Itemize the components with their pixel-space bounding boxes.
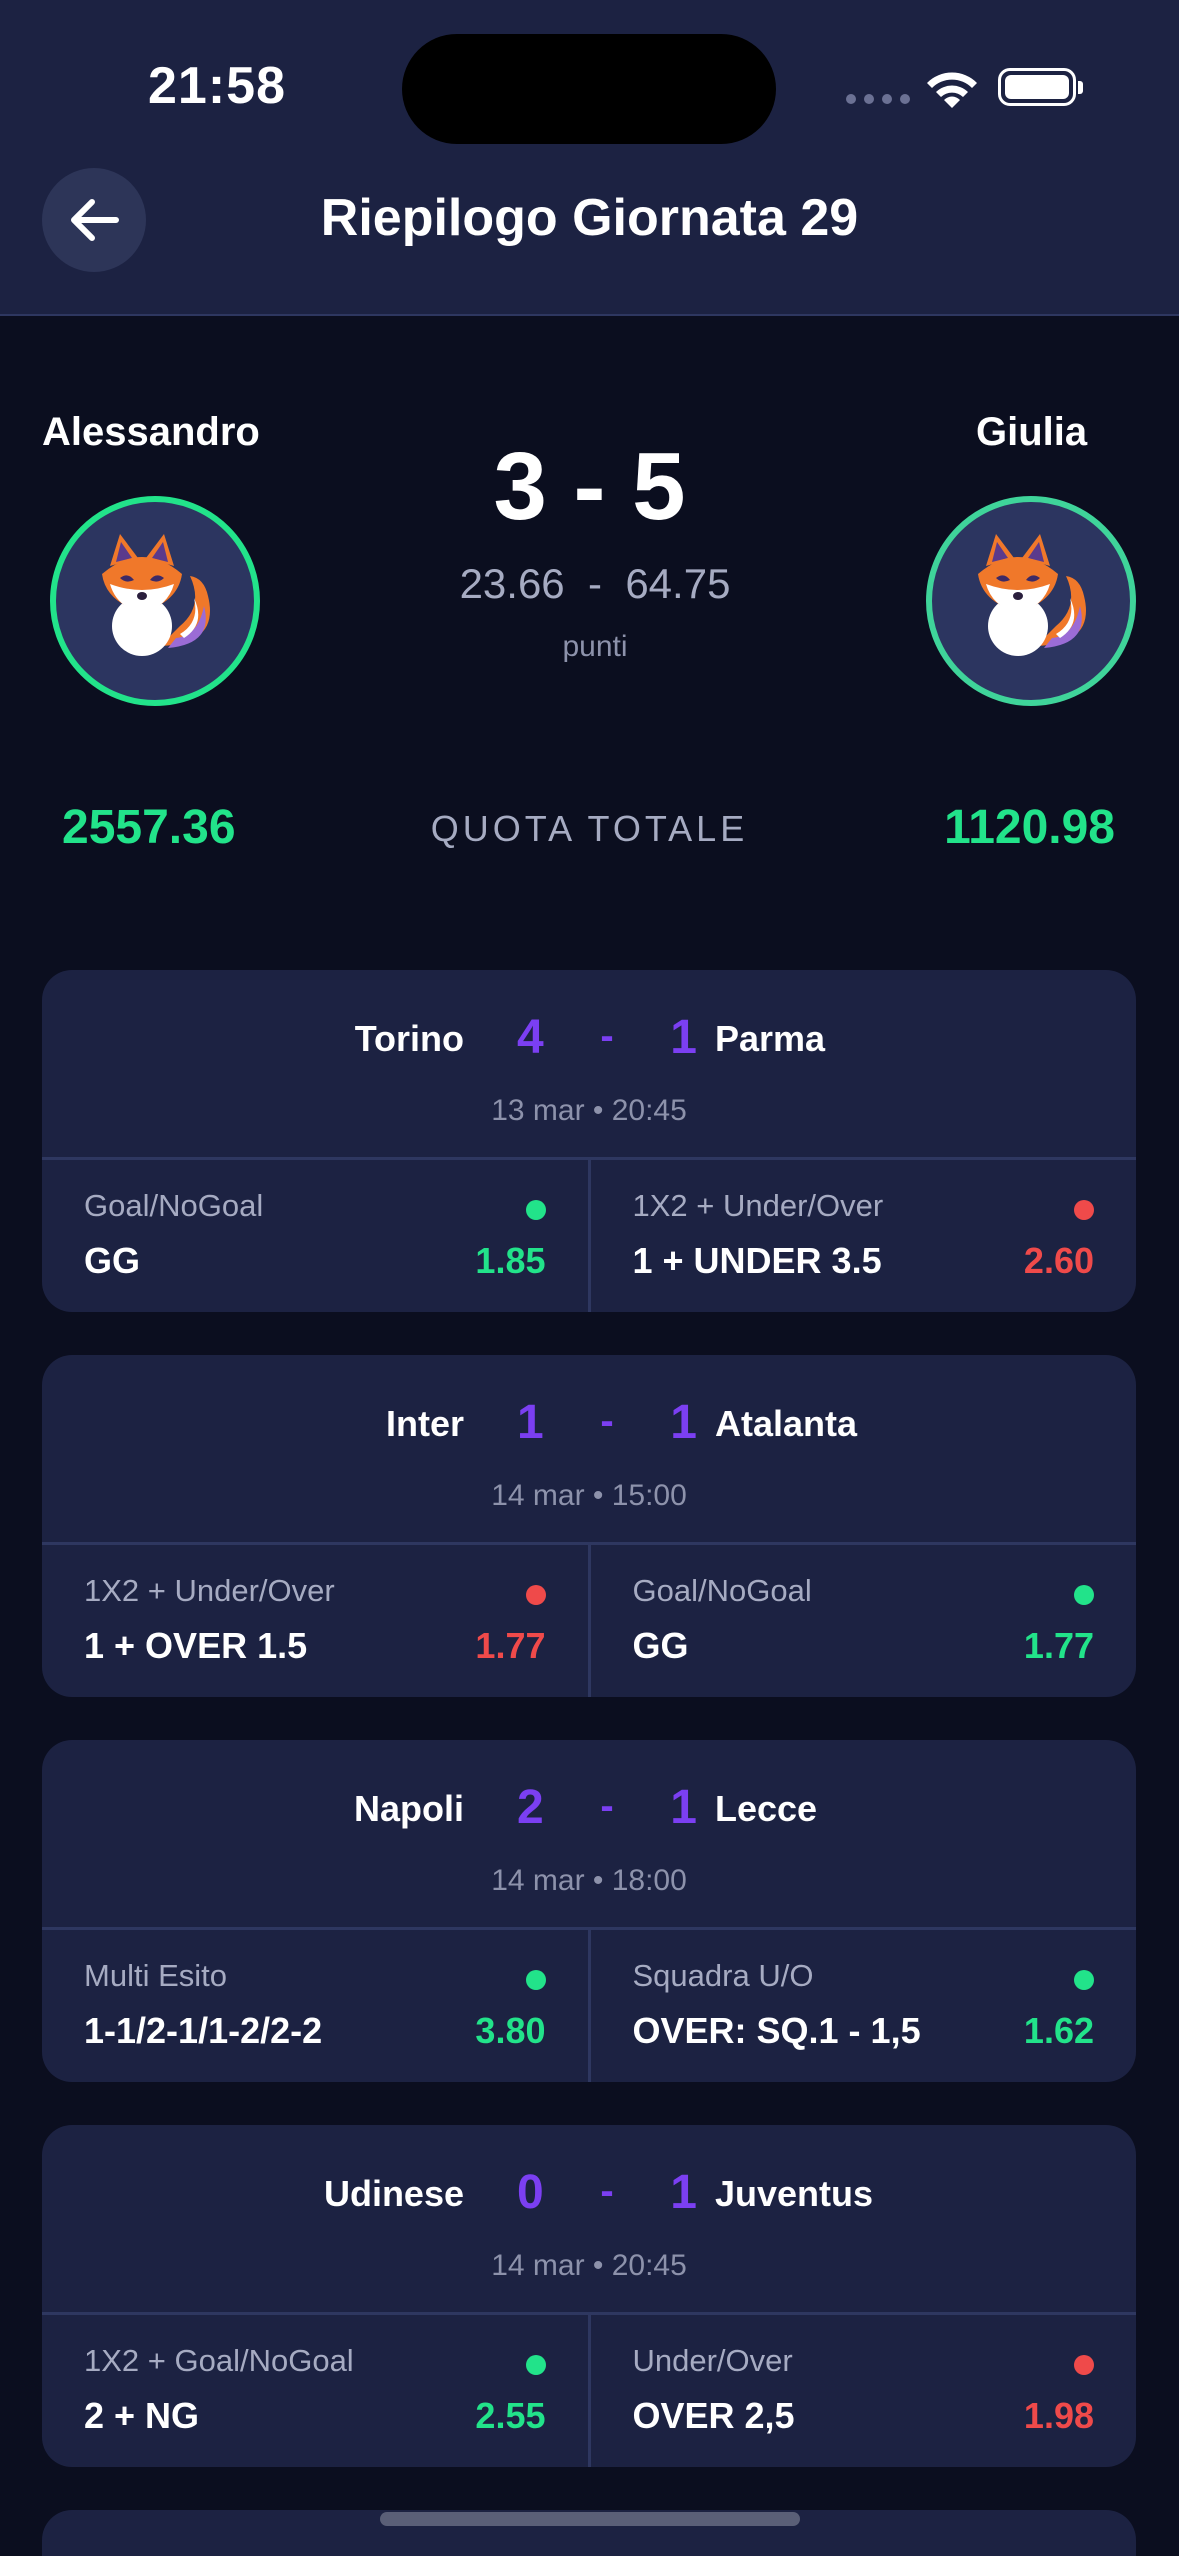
status-time: 21:58	[148, 57, 286, 115]
bet-odds: 2.55	[475, 2395, 546, 2436]
score-separator: -	[600, 1784, 614, 1828]
bet-cell[interactable]: Goal/NoGoal GG 1.85	[42, 1160, 588, 1312]
match-card[interactable]: Torino 4 - 1 Parma 13 mar • 20:45 Goal/N…	[42, 970, 1136, 1312]
bet-cell[interactable]: 1X2 + Goal/NoGoal 2 + NG 2.55	[42, 2315, 588, 2467]
home-goals: 1	[517, 1396, 544, 1449]
battery-icon	[998, 68, 1083, 106]
win-dot-icon	[1074, 1970, 1094, 1990]
bet-cell[interactable]: 1X2 + Under/Over 1 + UNDER 3.5 2.60	[587, 1160, 1137, 1312]
score-separator: -	[600, 2169, 614, 2213]
bet-type: Goal/NoGoal	[632, 1573, 812, 1608]
bet-pick: GG	[632, 1625, 689, 1666]
win-dot-icon	[1074, 1585, 1094, 1605]
away-goals: 1	[670, 1781, 697, 1834]
home-indicator[interactable]	[380, 2512, 800, 2526]
bet-odds: 1.85	[475, 1240, 546, 1281]
dynamic-island	[402, 34, 776, 144]
bet-type: 1X2 + Under/Over	[84, 1573, 335, 1608]
home-goals: 4	[517, 1011, 544, 1064]
points-label: punti	[562, 630, 628, 663]
match-header: Inter 1 - 1 Atalanta 14 mar • 15:00	[42, 1355, 1136, 1545]
home-goals: 2	[517, 1781, 544, 1834]
bet-cell[interactable]: Multi Esito 1-1/2-1/1-2/2-2 3.80	[42, 1930, 588, 2082]
bet-pick: GG	[84, 1240, 141, 1281]
cellular-signal-icon	[846, 94, 910, 104]
match-score: 1 - 1	[517, 1395, 697, 1450]
bet-cell[interactable]: Squadra U/O OVER: SQ.1 - 1,5 1.62	[587, 1930, 1137, 2082]
away-team: Atalanta	[715, 1403, 858, 1444]
wifi-icon	[927, 72, 977, 108]
bet-type: 1X2 + Goal/NoGoal	[84, 2343, 354, 2378]
win-dot-icon	[525, 1200, 546, 1220]
match-date: 13 mar • 20:45	[491, 1094, 687, 1127]
bets-row: Multi Esito 1-1/2-1/1-2/2-2 3.80 Squadra…	[42, 1930, 1136, 2082]
match-card[interactable]: Inter 1 - 1 Atalanta 14 mar • 15:00 1X2 …	[42, 1355, 1136, 1697]
bet-pick: 1 + OVER 1.5	[84, 1625, 308, 1666]
page-title: Riepilogo Giornata 29	[320, 189, 859, 247]
points-value: 23.66 - 64.75	[459, 560, 731, 607]
loss-dot-icon	[1074, 2355, 1094, 2375]
quota-right-value: 1120.98	[944, 801, 1115, 854]
bet-type: Squadra U/O	[632, 1958, 814, 1993]
bets-row: 1X2 + Goal/NoGoal 2 + NG 2.55 Under/Over…	[42, 2315, 1136, 2467]
bet-cell[interactable]: Goal/NoGoal GG 1.77	[587, 1545, 1137, 1697]
bet-pick: OVER 2,5	[632, 2395, 795, 2436]
header-bar: 21:58 Riepilogo Giornata 29	[0, 0, 1179, 316]
match-date: 14 mar • 15:00	[491, 1479, 687, 1512]
bet-type: Goal/NoGoal	[84, 1188, 264, 1223]
bet-cell[interactable]: 1X2 + Under/Over 1 + OVER 1.5 1.77	[42, 1545, 588, 1697]
away-team: Juventus	[715, 2173, 874, 2214]
win-dot-icon	[525, 1970, 546, 1990]
score-separator: -	[600, 1399, 614, 1443]
bet-pick: 2 + NG	[84, 2395, 200, 2436]
away-team: Lecce	[715, 1788, 818, 1829]
away-team: Parma	[715, 1018, 826, 1059]
bet-pick: OVER: SQ.1 - 1,5	[632, 2010, 921, 2051]
loss-dot-icon	[1074, 1200, 1094, 1220]
bets-row: Goal/NoGoal GG 1.85 1X2 + Under/Over 1 +…	[42, 1160, 1136, 1312]
match-header: Udinese 0 - 1 Juventus 14 mar • 20:45	[42, 2125, 1136, 2315]
match-card[interactable]: Udinese 0 - 1 Juventus 14 mar • 20:45 1X…	[42, 2125, 1136, 2467]
bet-odds: 2.60	[1023, 1240, 1094, 1281]
score-separator: -	[600, 1014, 614, 1058]
bet-type: Multi Esito	[84, 1958, 227, 1993]
home-goals: 0	[517, 2166, 544, 2219]
bet-odds: 1.77	[1023, 1625, 1094, 1666]
match-card[interactable]: Napoli 2 - 1 Lecce 14 mar • 18:00 Multi …	[42, 1740, 1136, 2082]
match-header: Napoli 2 - 1 Lecce 14 mar • 18:00	[42, 1740, 1136, 1930]
match-score: 2 - 1	[517, 1780, 697, 1835]
match-date: 14 mar • 20:45	[491, 2249, 687, 2282]
match-date: 14 mar • 18:00	[491, 1864, 687, 1897]
away-goals: 1	[670, 2166, 697, 2219]
bet-type: Under/Over	[632, 2343, 793, 2378]
match-score: 0 - 1	[517, 2165, 697, 2220]
bet-odds: 1.98	[1023, 2395, 1094, 2436]
bet-pick: 1-1/2-1/1-2/2-2	[84, 2010, 323, 2051]
match-score: 4 - 1	[517, 1010, 697, 1065]
bet-cell[interactable]: Under/Over OVER 2,5 1.98	[587, 2315, 1137, 2467]
bet-odds: 3.80	[475, 2010, 546, 2051]
bet-type: 1X2 + Under/Over	[632, 1188, 884, 1223]
win-dot-icon	[525, 2355, 546, 2375]
match-header: Torino 4 - 1 Parma 13 mar • 20:45	[42, 970, 1136, 1160]
bets-row: 1X2 + Under/Over 1 + OVER 1.5 1.77 Goal/…	[42, 1545, 1136, 1697]
away-goals: 1	[670, 1396, 697, 1449]
bet-odds: 1.62	[1023, 2010, 1094, 2051]
home-team: Napoli	[353, 1788, 464, 1829]
total-score: 3 - 5	[493, 433, 686, 540]
away-goals: 1	[670, 1011, 697, 1064]
home-team: Inter	[385, 1403, 464, 1444]
home-team: Udinese	[323, 2173, 464, 2214]
bet-odds: 1.77	[475, 1625, 546, 1666]
bet-pick: 1 + UNDER 3.5	[632, 1240, 882, 1281]
home-team: Torino	[354, 1018, 464, 1059]
loss-dot-icon	[525, 1585, 546, 1605]
